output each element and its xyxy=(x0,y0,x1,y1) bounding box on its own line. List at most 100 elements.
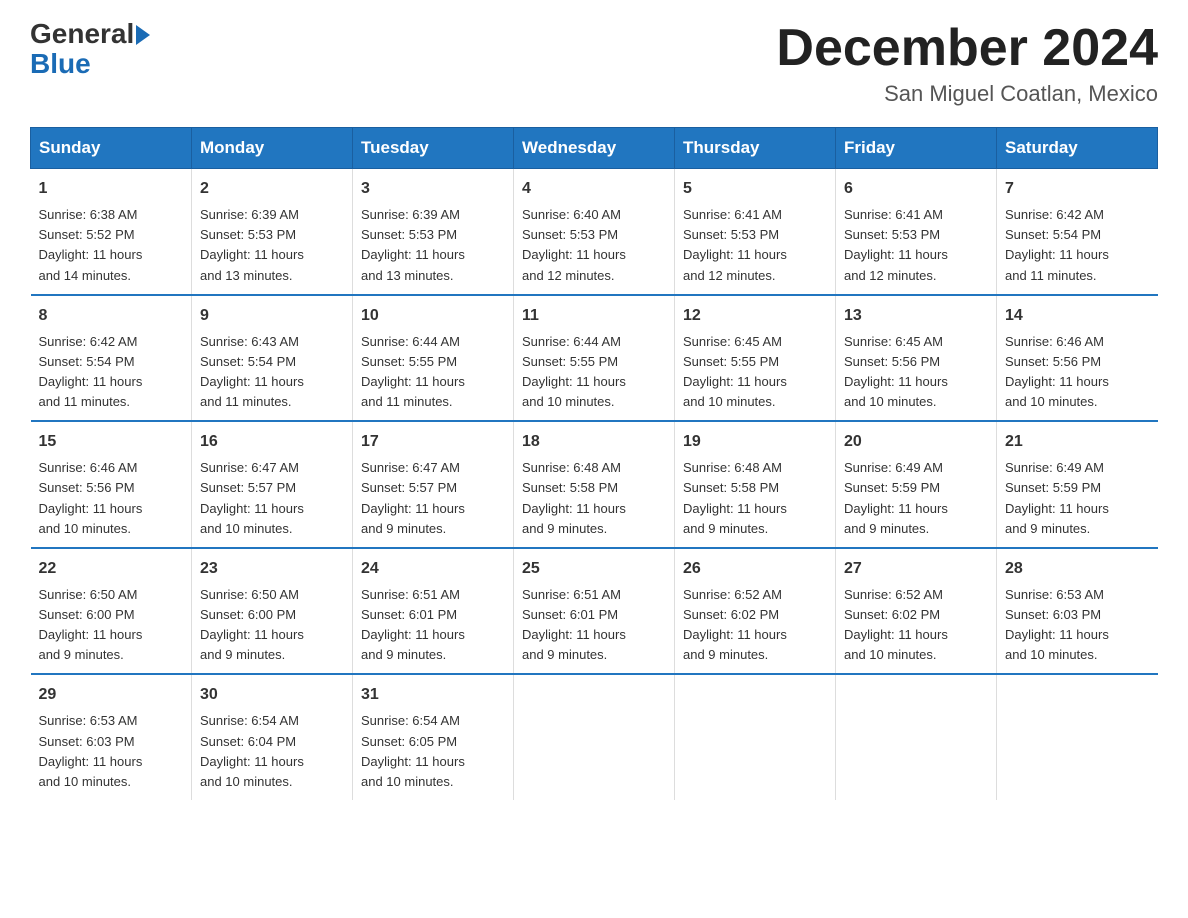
day-info: Sunrise: 6:45 AMSunset: 5:55 PMDaylight:… xyxy=(683,332,827,413)
day-number: 27 xyxy=(844,557,988,581)
calendar-cell: 6 Sunrise: 6:41 AMSunset: 5:53 PMDaylight… xyxy=(836,169,997,295)
calendar-cell: 14Sunrise: 6:46 AMSunset: 5:56 PMDayligh… xyxy=(997,295,1158,422)
calendar-cell: 30 Sunrise: 6:54 AMSunset: 6:04 PMDayligh… xyxy=(192,674,353,800)
day-number: 6 xyxy=(844,177,988,201)
day-number: 2 xyxy=(200,177,344,201)
calendar-cell: 26 Sunrise: 6:52 AMSunset: 6:02 PMDayligh… xyxy=(675,548,836,675)
day-info: Sunrise: 6:43 AMSunset: 5:54 PMDaylight:… xyxy=(200,332,344,413)
title-block: December 2024 San Miguel Coatlan, Mexico xyxy=(776,20,1158,107)
calendar-cell xyxy=(514,674,675,800)
day-number: 5 xyxy=(683,177,827,201)
day-info: Sunrise: 6:41 AMSunset: 5:53 PMDaylight:… xyxy=(683,205,827,286)
day-number: 10 xyxy=(361,304,505,328)
day-info: Sunrise: 6:47 AMSunset: 5:57 PMDaylight:… xyxy=(361,458,505,539)
calendar-cell: 23 Sunrise: 6:50 AMSunset: 6:00 PMDayligh… xyxy=(192,548,353,675)
day-number: 16 xyxy=(200,430,344,454)
calendar-header: Sunday Monday Tuesday Wednesday Thursday… xyxy=(31,128,1158,169)
day-number: 8 xyxy=(39,304,184,328)
day-number: 26 xyxy=(683,557,827,581)
calendar-cell xyxy=(997,674,1158,800)
calendar-week-4: 22 Sunrise: 6:50 AMSunset: 6:00 PMDayligh… xyxy=(31,548,1158,675)
day-info: Sunrise: 6:39 AMSunset: 5:53 PMDaylight:… xyxy=(200,205,344,286)
day-number: 4 xyxy=(522,177,666,201)
day-info: Sunrise: 6:44 AMSunset: 5:55 PMDaylight:… xyxy=(361,332,505,413)
day-number: 28 xyxy=(1005,557,1150,581)
calendar-cell: 9 Sunrise: 6:43 AMSunset: 5:54 PMDaylight… xyxy=(192,295,353,422)
day-number: 21 xyxy=(1005,430,1150,454)
logo-triangle-icon xyxy=(136,25,150,45)
day-number: 18 xyxy=(522,430,666,454)
day-info: Sunrise: 6:50 AMSunset: 6:00 PMDaylight:… xyxy=(39,585,184,666)
page-header: General Blue December 2024 San Miguel Co… xyxy=(30,20,1158,107)
col-friday: Friday xyxy=(836,128,997,169)
col-monday: Monday xyxy=(192,128,353,169)
calendar-cell: 4Sunrise: 6:40 AMSunset: 5:53 PMDaylight… xyxy=(514,169,675,295)
calendar-week-1: 1Sunrise: 6:38 AMSunset: 5:52 PMDaylight… xyxy=(31,169,1158,295)
day-info: Sunrise: 6:44 AMSunset: 5:55 PMDaylight:… xyxy=(522,332,666,413)
day-info: Sunrise: 6:52 AMSunset: 6:02 PMDaylight:… xyxy=(683,585,827,666)
day-number: 11 xyxy=(522,304,666,328)
calendar-cell: 27 Sunrise: 6:52 AMSunset: 6:02 PMDayligh… xyxy=(836,548,997,675)
col-tuesday: Tuesday xyxy=(353,128,514,169)
calendar-cell: 5 Sunrise: 6:41 AMSunset: 5:53 PMDaylight… xyxy=(675,169,836,295)
calendar-cell: 24Sunrise: 6:51 AMSunset: 6:01 PMDayligh… xyxy=(353,548,514,675)
col-thursday: Thursday xyxy=(675,128,836,169)
calendar-cell: 16 Sunrise: 6:47 AMSunset: 5:57 PMDayligh… xyxy=(192,421,353,548)
calendar-cell: 12 Sunrise: 6:45 AMSunset: 5:55 PMDayligh… xyxy=(675,295,836,422)
calendar-cell: 19Sunrise: 6:48 AMSunset: 5:58 PMDayligh… xyxy=(675,421,836,548)
calendar-cell: 3Sunrise: 6:39 AMSunset: 5:53 PMDaylight… xyxy=(353,169,514,295)
day-info: Sunrise: 6:53 AMSunset: 6:03 PMDaylight:… xyxy=(1005,585,1150,666)
calendar-cell: 28 Sunrise: 6:53 AMSunset: 6:03 PMDayligh… xyxy=(997,548,1158,675)
header-row: Sunday Monday Tuesday Wednesday Thursday… xyxy=(31,128,1158,169)
day-info: Sunrise: 6:49 AMSunset: 5:59 PMDaylight:… xyxy=(1005,458,1150,539)
day-info: Sunrise: 6:53 AMSunset: 6:03 PMDaylight:… xyxy=(39,711,184,792)
day-number: 15 xyxy=(39,430,184,454)
col-wednesday: Wednesday xyxy=(514,128,675,169)
calendar-body: 1Sunrise: 6:38 AMSunset: 5:52 PMDaylight… xyxy=(31,169,1158,800)
day-number: 25 xyxy=(522,557,666,581)
calendar-week-5: 29 Sunrise: 6:53 AMSunset: 6:03 PMDayligh… xyxy=(31,674,1158,800)
month-title: December 2024 xyxy=(776,20,1158,77)
calendar-table: Sunday Monday Tuesday Wednesday Thursday… xyxy=(30,127,1158,800)
day-info: Sunrise: 6:51 AMSunset: 6:01 PMDaylight:… xyxy=(522,585,666,666)
day-info: Sunrise: 6:48 AMSunset: 5:58 PMDaylight:… xyxy=(683,458,827,539)
calendar-cell: 22 Sunrise: 6:50 AMSunset: 6:00 PMDayligh… xyxy=(31,548,192,675)
calendar-cell: 15 Sunrise: 6:46 AMSunset: 5:56 PMDayligh… xyxy=(31,421,192,548)
day-info: Sunrise: 6:47 AMSunset: 5:57 PMDaylight:… xyxy=(200,458,344,539)
calendar-cell: 20Sunrise: 6:49 AMSunset: 5:59 PMDayligh… xyxy=(836,421,997,548)
day-number: 24 xyxy=(361,557,505,581)
calendar-cell: 21 Sunrise: 6:49 AMSunset: 5:59 PMDayligh… xyxy=(997,421,1158,548)
day-info: Sunrise: 6:41 AMSunset: 5:53 PMDaylight:… xyxy=(844,205,988,286)
calendar-cell: 10 Sunrise: 6:44 AMSunset: 5:55 PMDayligh… xyxy=(353,295,514,422)
day-info: Sunrise: 6:46 AMSunset: 5:56 PMDaylight:… xyxy=(39,458,184,539)
calendar-cell: 1Sunrise: 6:38 AMSunset: 5:52 PMDaylight… xyxy=(31,169,192,295)
day-number: 23 xyxy=(200,557,344,581)
day-number: 13 xyxy=(844,304,988,328)
day-info: Sunrise: 6:42 AMSunset: 5:54 PMDaylight:… xyxy=(39,332,184,413)
day-number: 31 xyxy=(361,683,505,707)
calendar-week-2: 8 Sunrise: 6:42 AMSunset: 5:54 PMDaylight… xyxy=(31,295,1158,422)
day-number: 3 xyxy=(361,177,505,201)
logo: General Blue xyxy=(30,20,150,80)
col-saturday: Saturday xyxy=(997,128,1158,169)
calendar-cell: 2 Sunrise: 6:39 AMSunset: 5:53 PMDaylight… xyxy=(192,169,353,295)
day-number: 14 xyxy=(1005,304,1150,328)
day-info: Sunrise: 6:54 AMSunset: 6:04 PMDaylight:… xyxy=(200,711,344,792)
day-number: 9 xyxy=(200,304,344,328)
calendar-cell: 7Sunrise: 6:42 AMSunset: 5:54 PMDaylight… xyxy=(997,169,1158,295)
calendar-cell xyxy=(836,674,997,800)
day-number: 29 xyxy=(39,683,184,707)
location-title: San Miguel Coatlan, Mexico xyxy=(776,81,1158,107)
day-number: 20 xyxy=(844,430,988,454)
calendar-cell: 13 Sunrise: 6:45 AMSunset: 5:56 PMDayligh… xyxy=(836,295,997,422)
calendar-cell xyxy=(675,674,836,800)
day-info: Sunrise: 6:52 AMSunset: 6:02 PMDaylight:… xyxy=(844,585,988,666)
day-number: 22 xyxy=(39,557,184,581)
day-info: Sunrise: 6:45 AMSunset: 5:56 PMDaylight:… xyxy=(844,332,988,413)
calendar-cell: 8 Sunrise: 6:42 AMSunset: 5:54 PMDaylight… xyxy=(31,295,192,422)
day-number: 30 xyxy=(200,683,344,707)
col-sunday: Sunday xyxy=(31,128,192,169)
day-info: Sunrise: 6:48 AMSunset: 5:58 PMDaylight:… xyxy=(522,458,666,539)
day-info: Sunrise: 6:50 AMSunset: 6:00 PMDaylight:… xyxy=(200,585,344,666)
day-number: 12 xyxy=(683,304,827,328)
